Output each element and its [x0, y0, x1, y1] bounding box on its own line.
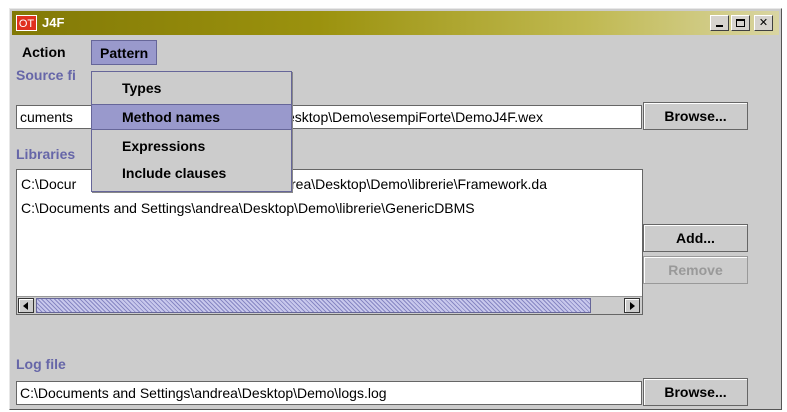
app-icon: OT [16, 15, 37, 31]
add-library-button[interactable]: Add... [643, 224, 748, 252]
maximize-button[interactable] [731, 15, 750, 31]
menu-pattern[interactable]: Pattern [91, 40, 158, 65]
remove-library-button[interactable]: Remove [643, 256, 748, 284]
menu-item-expressions[interactable]: Expressions [92, 133, 291, 159]
title-bar[interactable]: OT J4F ✕ [12, 11, 779, 35]
pattern-menu-dropdown: Types Method names Expressions Include c… [91, 71, 292, 192]
maximize-icon [736, 19, 745, 27]
scroll-right-button[interactable] [624, 298, 640, 313]
log-browse-button[interactable]: Browse... [643, 378, 748, 406]
scroll-left-button[interactable] [18, 298, 34, 313]
menu-bar: Action Pattern [12, 39, 779, 65]
horizontal-scrollbar[interactable] [17, 296, 642, 314]
list-item[interactable]: C:\Documents and Settings\andrea\Desktop… [21, 198, 475, 218]
arrow-right-icon [630, 302, 635, 310]
library-path-right: rea\Desktop\Demo\librerie\Framework.da [291, 176, 547, 192]
j4f-window: OT J4F ✕ Action Pattern Source fi cument… [9, 8, 782, 410]
log-file-field[interactable]: C:\Documents and Settings\andrea\Desktop… [16, 381, 642, 405]
source-file-label: Source fi [16, 67, 76, 83]
menu-item-method-names[interactable]: Method names [92, 104, 291, 130]
arrow-left-icon [23, 302, 28, 310]
source-browse-button[interactable]: Browse... [643, 102, 748, 130]
minimize-button[interactable] [710, 15, 729, 31]
menu-action[interactable]: Action [14, 40, 74, 65]
menu-item-types[interactable]: Types [92, 75, 291, 101]
libraries-label: Libraries [16, 146, 76, 162]
library-path-left: C:\Docur [21, 176, 77, 192]
source-file-value-left: cuments [20, 109, 73, 125]
close-icon: ✕ [758, 16, 769, 29]
source-file-value-right: esktop\Demo\esempiForte\DemoJ4F.wex [287, 109, 543, 125]
close-button[interactable]: ✕ [754, 15, 773, 31]
log-file-label: Log file [16, 356, 66, 372]
window-title: J4F [42, 15, 65, 30]
scroll-thumb[interactable] [36, 298, 591, 313]
minimize-icon [716, 25, 723, 27]
menu-item-include-clauses[interactable]: Include clauses [92, 160, 291, 186]
